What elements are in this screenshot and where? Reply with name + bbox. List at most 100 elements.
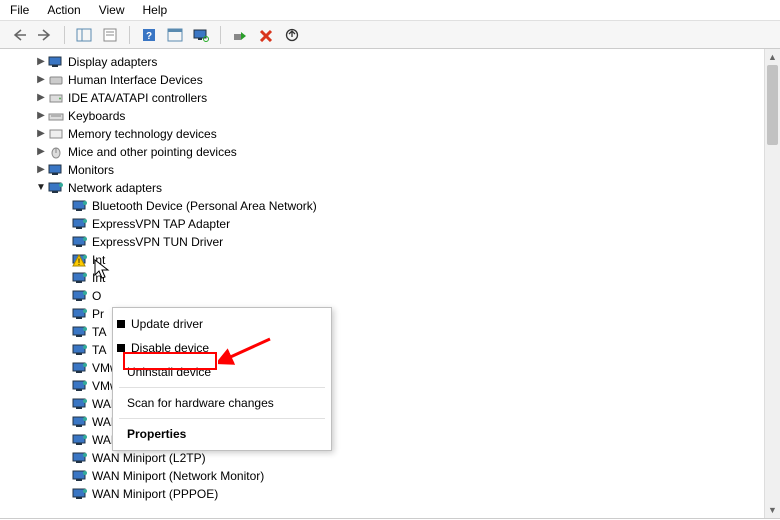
svg-text:!: ! [78, 257, 81, 267]
arrow-right-icon [37, 28, 53, 42]
category-label: Display adapters [68, 53, 157, 71]
vertical-scrollbar[interactable]: ▲ ▼ [764, 49, 780, 518]
network-adapter-item[interactable]: ·ExpressVPN TUN Driver [14, 233, 780, 251]
scan-hardware-button[interactable] [190, 24, 212, 46]
memory-icon [48, 126, 64, 142]
device-label: Bluetooth Device (Personal Area Network) [92, 197, 317, 215]
device-label: Int [92, 251, 105, 269]
scroll-track[interactable] [765, 65, 780, 502]
category-mice[interactable]: ▶ Mice and other pointing devices [14, 143, 780, 161]
separator [220, 26, 221, 44]
drive-icon [48, 90, 64, 106]
help-icon: ? [141, 28, 157, 42]
network-adapter-icon [72, 414, 88, 430]
bullet-icon [117, 320, 125, 328]
category-network-adapters[interactable]: ▼ Network adapters [14, 179, 780, 197]
scroll-up-icon[interactable]: ▲ [765, 49, 780, 65]
monitor-scan-icon [193, 28, 209, 42]
back-button[interactable] [8, 24, 30, 46]
category-label: Memory technology devices [68, 125, 217, 143]
device-label: Pr [92, 305, 104, 323]
menu-action[interactable]: Action [47, 3, 80, 17]
ctx-uninstall-device[interactable]: Uninstall device [113, 360, 331, 384]
network-adapter-icon [72, 378, 88, 394]
network-adapter-icon [72, 288, 88, 304]
disable-device-button[interactable] [255, 24, 277, 46]
device-label: ExpressVPN TUN Driver [92, 233, 223, 251]
ctx-disable-device[interactable]: Disable device [113, 336, 331, 360]
network-adapter-item[interactable]: ·!Int [14, 251, 780, 269]
ctx-update-driver[interactable]: Update driver [113, 312, 331, 336]
scroll-down-icon[interactable]: ▼ [765, 502, 780, 518]
mouse-icon [48, 144, 64, 160]
disable-icon [258, 28, 274, 42]
network-adapter-item[interactable]: ·WAN Miniport (PPPOE) [14, 485, 780, 503]
chevron-right-icon[interactable]: ▶ [34, 107, 48, 125]
keyboard-icon [48, 108, 64, 124]
forward-button[interactable] [34, 24, 56, 46]
network-adapter-item[interactable]: ·Int [14, 269, 780, 287]
ctx-label: Scan for hardware changes [127, 396, 274, 410]
show-hide-tree-button[interactable] [73, 24, 95, 46]
scroll-thumb[interactable] [767, 65, 778, 145]
network-adapter-icon [72, 360, 88, 376]
chevron-right-icon[interactable]: ▶ [34, 53, 48, 71]
update-driver-button[interactable] [281, 24, 303, 46]
context-menu: Update driver Disable device Uninstall d… [112, 307, 332, 451]
monitor-icon [48, 162, 64, 178]
network-adapter-item[interactable]: ·WAN Miniport (L2TP) [14, 449, 780, 467]
network-adapter-item[interactable]: ·Bluetooth Device (Personal Area Network… [14, 197, 780, 215]
network-adapter-icon [72, 216, 88, 232]
tree-pane-icon [76, 28, 92, 42]
category-ide[interactable]: ▶ IDE ATA/ATAPI controllers [14, 89, 780, 107]
category-memory-tech[interactable]: ▶ Memory technology devices [14, 125, 780, 143]
enable-device-button[interactable] [229, 24, 251, 46]
ctx-label: Uninstall device [127, 365, 211, 379]
action-pane-button[interactable] [164, 24, 186, 46]
chevron-right-icon[interactable]: ▶ [34, 89, 48, 107]
chevron-right-icon[interactable]: ▶ [34, 125, 48, 143]
device-label: O [92, 287, 101, 305]
menubar: File Action View Help [0, 0, 780, 21]
device-label: Int [92, 269, 105, 287]
network-adapter-item[interactable]: ·O [14, 287, 780, 305]
network-adapter-icon [72, 432, 88, 448]
ctx-scan-hardware[interactable]: Scan for hardware changes [113, 391, 331, 415]
category-label: IDE ATA/ATAPI controllers [68, 89, 207, 107]
network-adapter-warning-icon: ! [72, 252, 88, 268]
category-display-adapters[interactable]: ▶ Display adapters [14, 53, 780, 71]
menu-file[interactable]: File [10, 3, 29, 17]
chevron-right-icon[interactable]: ▶ [34, 161, 48, 179]
ctx-properties[interactable]: Properties [113, 422, 331, 446]
properties-icon [102, 28, 118, 42]
enable-icon [232, 28, 248, 42]
ctx-label: Update driver [131, 317, 203, 331]
category-label: Monitors [68, 161, 114, 179]
category-hid[interactable]: ▶ Human Interface Devices [14, 71, 780, 89]
separator [119, 387, 325, 388]
network-adapter-item[interactable]: ·ExpressVPN TAP Adapter [14, 215, 780, 233]
bullet-icon [117, 344, 125, 352]
arrow-left-icon [11, 28, 27, 42]
menu-help[interactable]: Help [143, 3, 168, 17]
network-adapter-icon [72, 396, 88, 412]
category-keyboards[interactable]: ▶ Keyboards [14, 107, 780, 125]
chevron-right-icon[interactable]: ▶ [34, 143, 48, 161]
category-label: Keyboards [68, 107, 125, 125]
toolbar: ? [0, 21, 780, 49]
menu-view[interactable]: View [99, 3, 125, 17]
category-label: Network adapters [68, 179, 162, 197]
category-monitors[interactable]: ▶ Monitors [14, 161, 780, 179]
chevron-right-icon[interactable]: ▶ [34, 71, 48, 89]
device-label: WAN Miniport (PPPOE) [92, 485, 218, 503]
network-adapter-icon [72, 270, 88, 286]
properties-button[interactable] [99, 24, 121, 46]
svg-text:?: ? [146, 31, 152, 42]
separator [129, 26, 130, 44]
device-label: WAN Miniport (L2TP) [92, 449, 206, 467]
device-label: TA [92, 341, 106, 359]
chevron-down-icon[interactable]: ▼ [34, 179, 48, 197]
help-button[interactable]: ? [138, 24, 160, 46]
device-label: TA [92, 323, 106, 341]
network-adapter-item[interactable]: ·WAN Miniport (Network Monitor) [14, 467, 780, 485]
